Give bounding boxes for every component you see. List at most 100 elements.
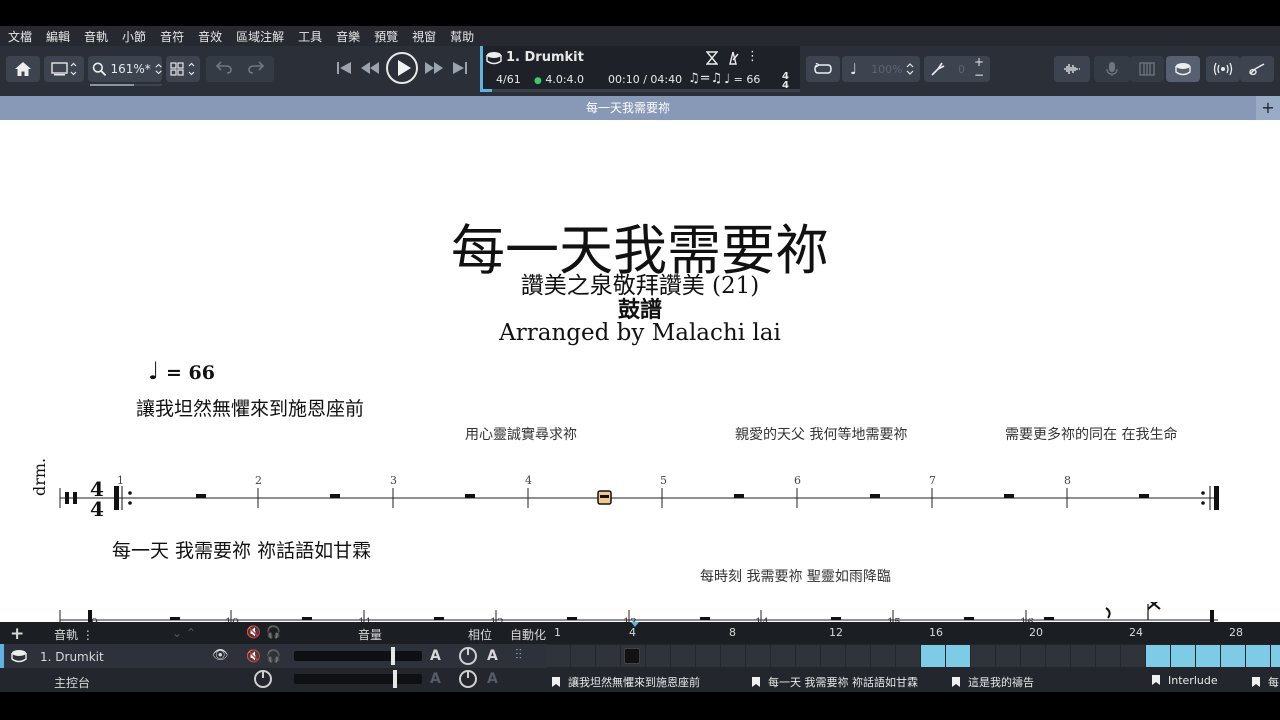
timeline-bar-cell[interactable] (1071, 645, 1096, 667)
timeline-bar-cell[interactable] (1196, 645, 1221, 667)
mute-all-icon[interactable]: 🔇 (246, 625, 261, 639)
crash-cymbal-note[interactable] (1147, 602, 1161, 610)
microphone-button[interactable] (1094, 56, 1130, 82)
section-marker[interactable]: Interlude (1152, 674, 1218, 687)
whole-rest[interactable] (567, 617, 577, 620)
master-volume-thumb[interactable] (393, 670, 398, 688)
timeline-bar-cell[interactable] (671, 645, 696, 667)
whole-rest[interactable] (434, 617, 444, 620)
whole-rest[interactable] (1044, 617, 1054, 620)
transpose-control[interactable]: 0 + − (924, 56, 990, 82)
skip-end-button[interactable] (450, 57, 470, 79)
timeline-bar-cell[interactable] (1096, 645, 1121, 667)
menu-track[interactable]: 音軌 (84, 28, 108, 45)
playhead-marker[interactable] (631, 622, 639, 627)
timeline-bar-cell[interactable] (771, 645, 796, 667)
redo-button[interactable] (248, 60, 265, 77)
menu-edit[interactable]: 編輯 (46, 28, 70, 45)
whole-rest[interactable] (600, 495, 609, 498)
drumkit-view-button[interactable] (1166, 56, 1200, 82)
status-tempo[interactable]: ♩ = 66 (724, 72, 760, 87)
annotation-2[interactable]: 親愛的天父 我何等地需要祢 (735, 424, 907, 444)
score-arranger[interactable]: Arranged by Malachi lai (0, 320, 1280, 346)
timeline-bar-cell[interactable] (1221, 645, 1246, 667)
timeline-bar-cell[interactable] (846, 645, 871, 667)
section-marker[interactable]: 每 (1252, 674, 1279, 690)
whole-rest[interactable] (302, 617, 312, 620)
track-menu-icon[interactable]: ⋮ (82, 628, 94, 642)
quarter-rest[interactable] (1105, 607, 1111, 619)
master-volume-slider[interactable] (294, 670, 422, 688)
section-marker[interactable]: 每一天 我需要祢 祢話語如甘霖 (752, 674, 918, 690)
guitar-button[interactable] (1240, 56, 1274, 82)
master-track-name[interactable]: 主控台 (54, 674, 90, 691)
timeline-bar-cell[interactable] (946, 645, 971, 667)
track-pan-knob[interactable] (459, 647, 477, 665)
timeline-bar-cell[interactable] (571, 645, 596, 667)
master-gain-knob[interactable] (254, 670, 272, 688)
collapse-chevrons-icon[interactable]: ⌄ ⌃ (172, 626, 196, 640)
timeline-bar-cell[interactable] (796, 645, 821, 667)
master-pan-automation-a-icon[interactable]: A (487, 671, 498, 687)
menu-document[interactable]: 文檔 (8, 28, 32, 45)
whole-rest[interactable] (1139, 494, 1149, 498)
section-lyric-2[interactable]: 每一天 我需要祢 祢話語如甘霖 (112, 536, 371, 563)
menu-effects[interactable]: 音效 (198, 28, 222, 45)
fast-forward-button[interactable] (422, 57, 446, 79)
visibility-eye-icon[interactable]: 👁 (212, 648, 229, 663)
loop-button[interactable] (806, 56, 840, 82)
timeline-bar-cell[interactable] (1021, 645, 1046, 667)
timeline-bar-cell[interactable] (646, 645, 671, 667)
timeline-bar-cell[interactable] (1171, 645, 1196, 667)
annotation-1[interactable]: 用心靈誠實尋求祢 (465, 424, 577, 444)
timeline-bar-cell[interactable] (996, 645, 1021, 667)
annotation-3[interactable]: 需要更多祢的同在 在我生命 (1005, 424, 1177, 444)
playback-progress[interactable] (480, 89, 800, 92)
whole-rest[interactable] (170, 617, 180, 620)
audio-wave-button[interactable] (1054, 56, 1090, 82)
pan-automation-a-icon[interactable]: A (487, 648, 498, 664)
track-solo-icon[interactable]: 🎧 (266, 649, 281, 663)
whole-rest[interactable] (465, 494, 475, 498)
timeline-bar-cell[interactable] (1271, 645, 1280, 667)
document-tab[interactable]: 每一天我需要祢 (0, 96, 1256, 120)
status-track-name[interactable]: 1. Drumkit (506, 50, 584, 65)
play-button[interactable] (386, 52, 418, 84)
page-view-button[interactable] (166, 56, 200, 82)
whole-rest[interactable] (700, 617, 710, 620)
whole-rest[interactable] (870, 494, 880, 498)
whole-rest[interactable] (734, 494, 744, 498)
timeline-bar-cell[interactable] (1046, 645, 1071, 667)
rewind-button[interactable] (358, 57, 382, 79)
timeline-cursor-block[interactable] (624, 648, 640, 664)
whole-rest[interactable] (964, 617, 974, 620)
timeline-bar-cell[interactable] (721, 645, 746, 667)
whole-rest[interactable] (1004, 494, 1014, 498)
staff-system-2[interactable] (0, 602, 1280, 622)
section-lyric-1[interactable]: 讓我坦然無懼來到施恩座前 (136, 394, 364, 421)
timeline-bar-cell[interactable] (896, 645, 921, 667)
staff-system-1[interactable]: 44 (0, 460, 1280, 520)
master-pan-knob[interactable] (459, 670, 477, 688)
track-volume-thumb[interactable] (390, 647, 395, 665)
score-view[interactable]: 每一天我需要祢 讚美之泉敬拜讚美 (21) 鼓譜 Arranged by Mal… (0, 120, 1280, 622)
status-more-icon[interactable]: ⋮ (746, 49, 759, 64)
section-marker[interactable]: 這是我的禱告 (952, 674, 1034, 690)
whole-rest[interactable] (196, 494, 206, 498)
add-track-button[interactable]: + (10, 624, 24, 644)
menu-bar-measure[interactable]: 小節 (122, 28, 146, 45)
track-volume-slider[interactable] (294, 647, 422, 665)
home-button[interactable] (6, 56, 40, 82)
timeline-bar-cell[interactable] (696, 645, 721, 667)
timeline-bar-cell[interactable] (546, 645, 571, 667)
triplet-feel-icon[interactable]: ♫=♫ (688, 71, 722, 86)
menu-window[interactable]: 視窗 (412, 28, 436, 45)
whole-rest[interactable] (330, 494, 340, 498)
menu-help[interactable]: 幫助 (450, 28, 474, 45)
menu-section-annotation[interactable]: 區域注解 (236, 28, 284, 45)
undo-button[interactable] (215, 60, 232, 77)
annotation-4[interactable]: 每時刻 我需要祢 聖靈如雨降臨 (700, 566, 891, 586)
track-timeline[interactable] (546, 645, 1280, 667)
layout-button[interactable] (44, 56, 84, 82)
timeline-bar-cell[interactable] (1121, 645, 1146, 667)
